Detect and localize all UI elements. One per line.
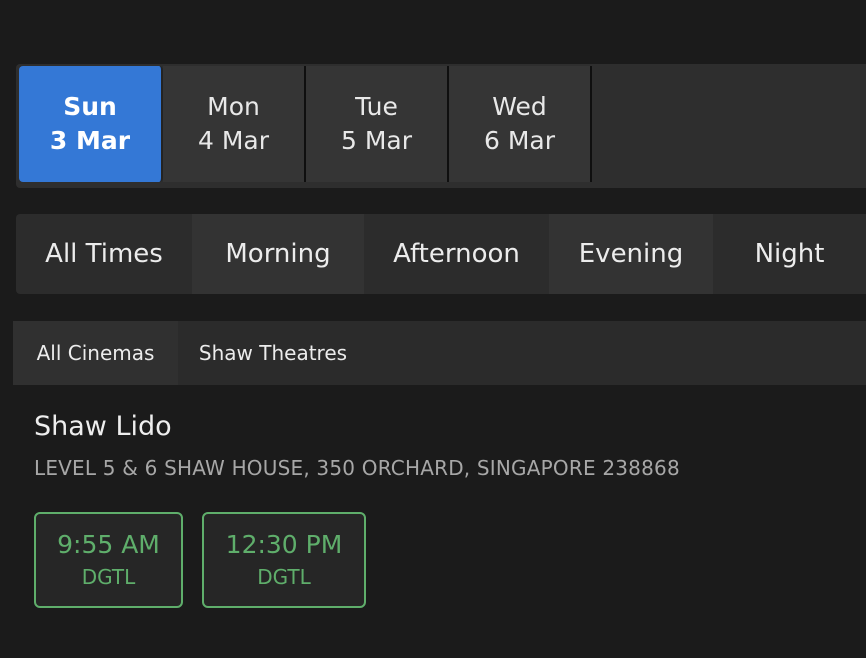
cinema-name: Shaw Lido — [34, 411, 172, 442]
showtime-time: 9:55 AM — [57, 530, 160, 559]
time-filter-evening[interactable]: Evening — [549, 214, 713, 294]
date-day-label: Mon — [207, 92, 260, 121]
showtime-time: 12:30 PM — [225, 530, 343, 559]
showtime-button[interactable]: 12:30 PM DGTL — [202, 512, 366, 608]
time-filter-night[interactable]: Night — [713, 214, 866, 294]
date-date-label: 4 Mar — [197, 126, 270, 155]
showtime-format: DGTL — [257, 565, 311, 589]
showtime-format: DGTL — [81, 565, 136, 589]
date-tab-tue[interactable]: Tue 5 Mar — [306, 66, 449, 182]
time-filter-afternoon[interactable]: Afternoon — [364, 214, 549, 294]
date-date-label: 5 Mar — [340, 126, 413, 155]
time-filter-morning[interactable]: Morning — [192, 214, 364, 294]
cinema-address: LEVEL 5 & 6 SHAW HOUSE, 350 ORCHARD, SIN… — [34, 456, 680, 480]
date-date-label: 6 Mar — [483, 126, 556, 155]
time-filter-bar: All Times Morning Afternoon Evening Nigh… — [16, 214, 866, 294]
date-day-label: Tue — [355, 92, 398, 121]
cinema-filter-shaw-theatres[interactable]: Shaw Theatres — [178, 321, 368, 385]
cinema-filter-bar: All Cinemas Shaw Theatres — [13, 321, 866, 385]
date-tab-mon[interactable]: Mon 4 Mar — [163, 66, 306, 182]
showtimes-page: Sun 3 Mar Mon 4 Mar Tue 5 Mar Wed 6 Mar … — [0, 0, 866, 658]
date-date-label: 3 Mar — [49, 126, 131, 155]
date-tab-sun[interactable]: Sun 3 Mar — [19, 66, 163, 182]
time-filter-all-times[interactable]: All Times — [16, 214, 192, 294]
date-day-label: Wed — [492, 92, 547, 121]
showtime-button[interactable]: 9:55 AM DGTL — [34, 512, 183, 608]
cinema-filter-all-cinemas[interactable]: All Cinemas — [13, 321, 178, 385]
date-day-label: Sun — [63, 92, 117, 121]
date-tab-wed[interactable]: Wed 6 Mar — [449, 66, 592, 182]
date-selector: Sun 3 Mar Mon 4 Mar Tue 5 Mar Wed 6 Mar — [16, 64, 866, 188]
